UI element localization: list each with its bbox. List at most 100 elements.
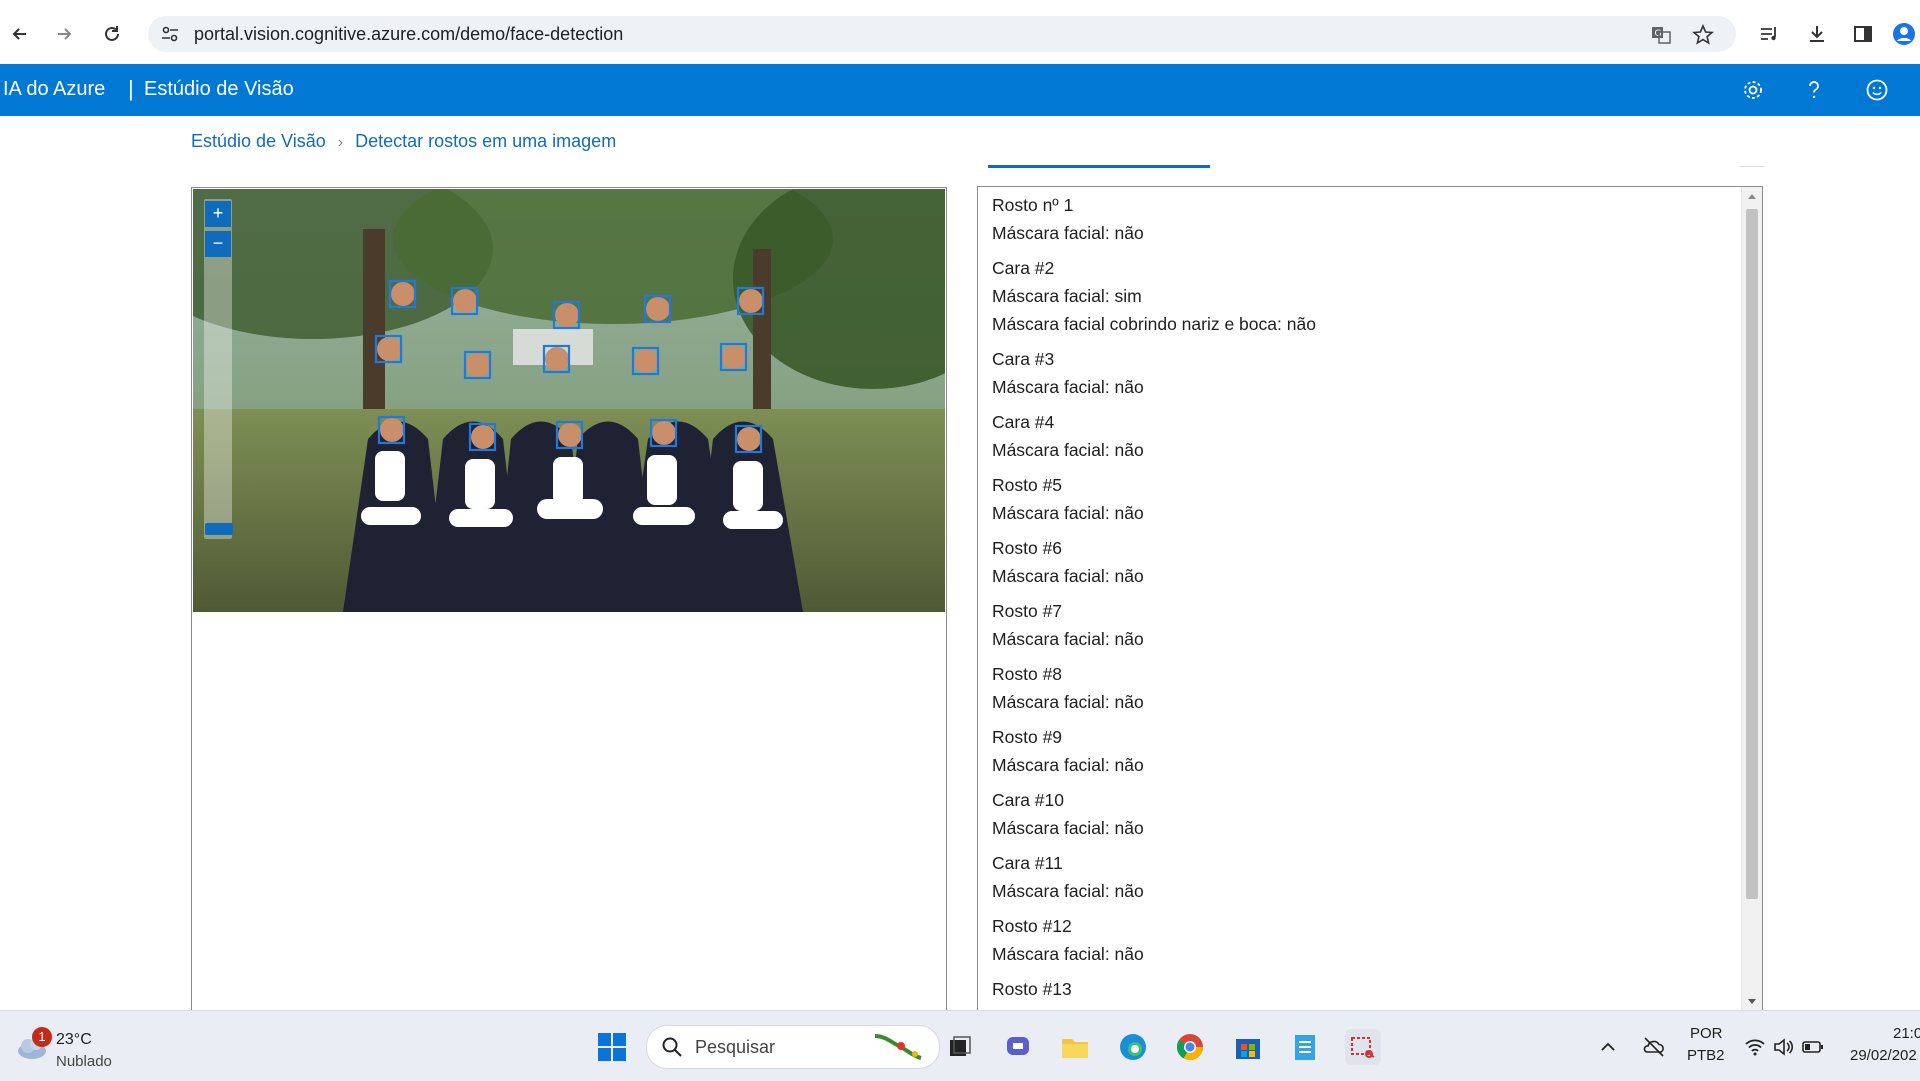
side-panel-icon[interactable] — [1847, 18, 1879, 50]
detected-faces-photo: + − — [193, 189, 945, 612]
onedrive-off-icon[interactable] — [1640, 1029, 1668, 1065]
face-result-title: Rosto #6 — [992, 538, 1063, 558]
face-result-attribute: Máscara facial: não — [992, 377, 1144, 397]
teams-chat-icon[interactable] — [1000, 1029, 1036, 1065]
face-result-title: Cara #2 — [992, 258, 1055, 278]
face-result-title: Rosto #9 — [992, 727, 1063, 747]
breadcrumb: Estúdio de Visão › Detectar rostos em uma … — [191, 131, 616, 152]
scroll-up-icon[interactable] — [1746, 191, 1758, 203]
face-result-item: Rosto #12 Máscara facial: não — [992, 912, 1732, 968]
face-result-attribute: Máscara facial: não — [992, 629, 1144, 649]
reload-icon[interactable] — [96, 18, 128, 50]
zoom-slider-handle[interactable] — [205, 523, 233, 535]
feedback-smiley-icon[interactable] — [1863, 76, 1891, 104]
keyboard-layout-indicator[interactable]: PTB2 — [1687, 1047, 1725, 1064]
face-result-attribute: Máscara facial: não — [992, 566, 1144, 586]
face-result-item: Cara #3 Máscara facial: não — [992, 345, 1732, 401]
volume-icon[interactable] — [1770, 1029, 1796, 1065]
face-result-title: Cara #11 — [992, 853, 1063, 873]
face-result-attribute: Máscara facial: não — [992, 692, 1144, 712]
face-result-attribute: Máscara facial cobrindo nariz e boca: nã… — [992, 314, 1316, 334]
face-result-attribute: Máscara facial: não — [992, 440, 1144, 460]
face-result-attribute: Máscara facial: não — [992, 818, 1144, 838]
face-result-title: Cara #4 — [992, 412, 1055, 432]
face-result-item: Cara #2 Máscara facial: sim Máscara facial… — [992, 254, 1732, 338]
windows-start-icon[interactable] — [594, 1029, 630, 1065]
task-view-icon[interactable] — [942, 1029, 978, 1065]
face-result-attribute: Máscara facial: não — [992, 881, 1144, 901]
group-photo — [193, 189, 945, 612]
face-result-attribute: Máscara facial: não — [992, 503, 1144, 523]
download-icon[interactable] — [1801, 18, 1833, 50]
gear-icon[interactable] — [1739, 76, 1767, 104]
face-result-attribute: Máscara facial: não — [992, 223, 1144, 243]
face-result-title: Cara #3 — [992, 349, 1055, 369]
back-arrow-icon[interactable] — [4, 18, 36, 50]
detection-results-panel: Rosto nº 1 Máscara facial: não Cara #2 Másc… — [977, 186, 1763, 1011]
url-text[interactable]: portal.vision.cognitive.azure.com/demo/f… — [194, 24, 623, 45]
chrome-browser-icon[interactable] — [1172, 1029, 1208, 1065]
results-list: Rosto nº 1 Máscara facial: não Cara #2 Másc… — [992, 191, 1732, 1011]
scroll-down-icon[interactable] — [1746, 995, 1758, 1007]
app-header: IA do Azure | Estúdio de Visão — [0, 64, 1920, 116]
notepad-icon[interactable] — [1287, 1029, 1323, 1065]
face-result-title: Rosto nº 1 — [992, 195, 1074, 215]
face-result-item: Rosto #6 Máscara facial: não — [992, 534, 1732, 590]
face-result-item: Rosto #13Máscara facial: não — [992, 975, 1732, 1011]
weather-condition: Nublado — [56, 1053, 112, 1070]
browser-toolbar: portal.vision.cognitive.azure.com/demo/f… — [0, 0, 1920, 64]
face-result-item: Cara #10 Máscara facial: não — [992, 786, 1732, 842]
face-result-item: Rosto #7 Máscara facial: não — [992, 597, 1732, 653]
chevron-up-icon[interactable] — [1596, 1029, 1620, 1065]
product-title[interactable]: Estúdio de Visão — [144, 78, 294, 101]
breadcrumb-root-link[interactable]: Estúdio de Visão — [191, 131, 326, 151]
search-icon — [662, 1037, 682, 1057]
microsoft-store-icon[interactable] — [1230, 1029, 1266, 1065]
active-tab-indicator — [988, 165, 1210, 168]
wifi-icon[interactable] — [1742, 1029, 1768, 1065]
tab-divider — [1740, 166, 1764, 167]
face-result-item: Rosto #8 Máscara facial: não — [992, 660, 1732, 716]
file-explorer-icon[interactable] — [1057, 1029, 1093, 1065]
face-result-title: Rosto #13 — [992, 979, 1072, 999]
clock-date[interactable]: 29/02/202 — [1850, 1047, 1917, 1064]
face-result-attribute: Máscara facial: não — [992, 755, 1144, 775]
edge-browser-icon[interactable] — [1115, 1029, 1151, 1065]
face-result-title: Rosto #5 — [992, 475, 1063, 495]
header-separator: | — [128, 76, 134, 101]
face-result-item: Rosto nº 1 Máscara facial: não — [992, 191, 1732, 247]
face-result-attribute: Máscara facial: não — [992, 944, 1144, 964]
face-result-title: Rosto #12 — [992, 916, 1072, 936]
zoom-in-button[interactable]: + — [205, 201, 231, 227]
chevron-right-icon: › — [337, 134, 344, 151]
scrollbar-thumb[interactable] — [1746, 209, 1758, 899]
svg-text:G: G — [1655, 29, 1662, 39]
profile-icon[interactable] — [1890, 18, 1918, 50]
face-result-title: Rosto #7 — [992, 601, 1063, 621]
search-highlight-icon — [874, 1034, 922, 1060]
zoom-out-button[interactable]: − — [205, 231, 231, 257]
snipping-tool-icon[interactable] — [1345, 1029, 1381, 1065]
weather-temperature: 23°C — [56, 1031, 92, 1048]
results-scrollbar[interactable] — [1741, 187, 1762, 1011]
face-result-title: Cara #10 — [992, 790, 1064, 810]
address-bar[interactable]: portal.vision.cognitive.azure.com/demo/f… — [148, 16, 1736, 52]
translate-icon[interactable]: G — [1650, 24, 1672, 51]
breadcrumb-current-link[interactable]: Detectar rostos em uma imagem — [355, 131, 616, 151]
language-indicator[interactable]: POR — [1690, 1025, 1723, 1042]
face-result-item: Rosto #9 Máscara facial: não — [992, 723, 1732, 779]
search-label: Pesquisar — [695, 1037, 776, 1057]
image-viewer: + − — [191, 187, 947, 1011]
clock-time[interactable]: 21:0 — [1893, 1025, 1920, 1042]
brand-title[interactable]: IA do Azure — [3, 78, 105, 101]
forward-arrow-icon[interactable] — [48, 18, 80, 50]
face-result-item: Rosto #5 Máscara facial: não — [992, 471, 1732, 527]
windows-taskbar: 1 23°C Nublado Pesquisar POR PTB2 21:0 2… — [0, 1010, 1920, 1081]
media-control-icon[interactable] — [1753, 18, 1785, 50]
face-result-title: Rosto #8 — [992, 664, 1063, 684]
bookmark-star-icon[interactable] — [1692, 23, 1714, 51]
site-settings-icon[interactable] — [160, 24, 180, 49]
battery-icon[interactable] — [1800, 1029, 1826, 1065]
help-icon[interactable] — [1800, 76, 1828, 104]
taskbar-search[interactable]: Pesquisar — [646, 1025, 940, 1069]
